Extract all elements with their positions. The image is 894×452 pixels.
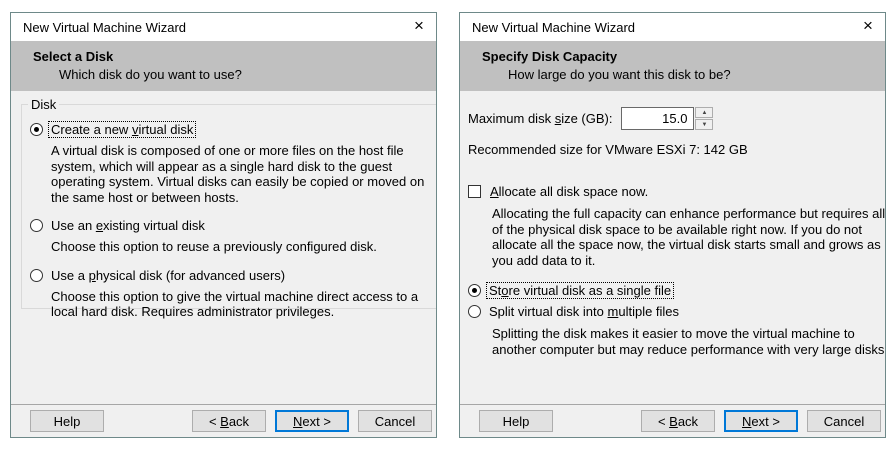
next-button[interactable]: Next > [275,410,349,432]
step-title: Select a Disk [33,49,114,64]
radio-label-split-multiple-files[interactable]: Split virtual disk into multiple files [487,304,681,319]
radio-button-icon[interactable] [30,268,43,282]
option-description: A virtual disk is composed of one or mor… [51,143,425,205]
option-description: Allocating the full capacity can enhance… [492,206,885,268]
title-bar[interactable]: New Virtual Machine Wizard × [460,13,885,41]
desktop-background: New Virtual Machine Wizard × Select a Di… [0,0,894,452]
checkbox-icon[interactable] [468,185,481,198]
wizard-step-header: Specify Disk Capacity How large do you w… [460,41,885,91]
radio-button-icon[interactable] [468,284,481,297]
close-icon[interactable]: × [857,16,879,38]
wizard-dialog-select-disk: New Virtual Machine Wizard × Select a Di… [10,12,437,438]
step-subtitle: How large do you want this disk to be? [508,67,731,82]
dialog-button-bar: Help < Back Next > Cancel [11,404,436,437]
radio-label-use-existing-virtual-disk[interactable]: Use an existing virtual disk [49,218,207,233]
checkbox-label-allocate-all-space[interactable]: Allocate all disk space now. [488,184,650,199]
radio-label-store-single-file[interactable]: Store virtual disk as a single file [485,282,675,299]
help-button[interactable]: Help [479,410,553,432]
radio-button-icon[interactable] [468,305,481,318]
disk-group-label: Disk [31,97,57,112]
option-description: Choose this option to reuse a previously… [51,239,377,254]
close-icon[interactable]: × [408,16,430,38]
max-disk-size-input[interactable] [621,107,695,130]
window-title: New Virtual Machine Wizard [472,19,636,35]
max-disk-size-spinbox: ▲ ▼ [621,107,714,130]
wizard-dialog-specify-disk-capacity: New Virtual Machine Wizard × Specify Dis… [459,12,886,438]
spinner-buttons: ▲ ▼ [695,107,714,130]
option-description: Splitting the disk makes it easier to mo… [492,326,885,357]
option-create-new-virtual-disk[interactable]: Create a new virtual disk [30,121,435,138]
radio-label-create-new-virtual-disk[interactable]: Create a new virtual disk [47,121,197,138]
option-store-single-file[interactable]: Store virtual disk as a single file [468,282,877,299]
option-description: Choose this option to give the virtual m… [51,288,419,320]
step-title: Specify Disk Capacity [482,49,618,64]
back-button[interactable]: < Back [192,410,266,432]
option-use-existing-virtual-disk[interactable]: Use an existing virtual disk [30,218,435,233]
dialog-button-bar: Help < Back Next > Cancel [460,404,885,437]
step-subtitle: Which disk do you want to use? [59,67,242,82]
wizard-step-header: Select a Disk Which disk do you want to … [11,41,436,91]
store-options-group: Store virtual disk as a single file Spli… [468,282,885,357]
help-button[interactable]: Help [30,410,104,432]
spin-down-icon[interactable]: ▼ [695,119,714,130]
cancel-button[interactable]: Cancel [807,410,881,432]
recommended-size-text: Recommended size for VMware ESXi 7: 142 … [468,142,748,157]
allocate-all-space-option[interactable]: Allocate all disk space now. [468,184,877,199]
cancel-button[interactable]: Cancel [358,410,432,432]
option-use-physical-disk[interactable]: Use a physical disk (for advanced users) [30,268,435,283]
disk-group-box: Disk Create a new virtual disk A virtual… [21,97,436,319]
back-button[interactable]: < Back [641,410,715,432]
option-split-multiple-files[interactable]: Split virtual disk into multiple files [468,304,877,319]
radio-label-use-physical-disk[interactable]: Use a physical disk (for advanced users) [49,268,287,283]
title-bar[interactable]: New Virtual Machine Wizard × [11,13,436,41]
radio-button-icon[interactable] [30,219,43,232]
radio-button-icon[interactable] [30,123,43,136]
max-disk-size-row: Maximum disk size (GB): ▲ ▼ [468,107,877,130]
next-button[interactable]: Next > [724,410,798,432]
spin-up-icon[interactable]: ▲ [695,107,714,118]
window-title: New Virtual Machine Wizard [23,19,187,35]
dialog-content: Maximum disk size (GB): ▲ ▼ Recommended … [460,91,885,404]
max-disk-size-label: Maximum disk size (GB): [468,111,613,126]
dialog-content: Disk Create a new virtual disk A virtual… [11,91,436,404]
